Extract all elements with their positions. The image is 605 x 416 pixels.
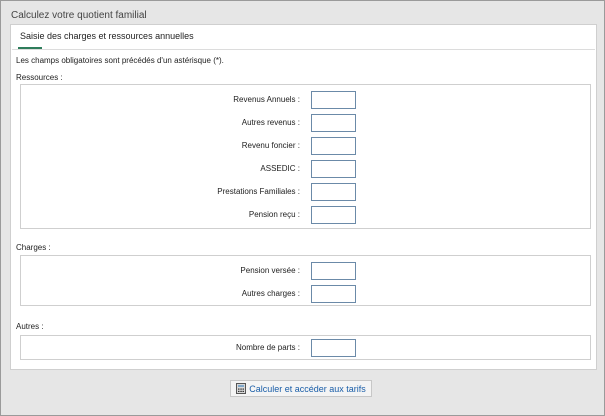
window-title: Calculez votre quotient familial (11, 10, 147, 21)
form-row-nombre-parts: Nombre de parts : (21, 339, 590, 357)
tab-divider (12, 49, 595, 50)
form-row-autres-revenus: Autres revenus : (21, 114, 590, 132)
form-row-revenus-annuels: Revenus Annuels : (21, 91, 590, 109)
prestations-familiales-input[interactable] (311, 183, 356, 201)
form-row-autres-charges: Autres charges : (21, 285, 590, 303)
section-label-ressources: Ressources : (16, 73, 63, 82)
autres-revenus-input[interactable] (311, 114, 356, 132)
nombre-parts-input[interactable] (311, 339, 356, 357)
form-row-prestations-familiales: Prestations Familiales : (21, 183, 590, 201)
revenu-foncier-input[interactable] (311, 137, 356, 155)
field-label: Pension versée : (240, 266, 300, 275)
pension-versee-input[interactable] (311, 262, 356, 280)
field-label: ASSEDIC : (260, 164, 300, 173)
fieldset-ressources: Revenus Annuels : Autres revenus : Reven… (20, 84, 591, 229)
form-row-assedic: ASSEDIC : (21, 160, 590, 178)
field-label: Nombre de parts : (235, 343, 300, 352)
field-label: Prestations Familiales : (217, 187, 300, 196)
field-label: Autres charges : (241, 289, 300, 298)
fieldset-charges: Pension versée : Autres charges : (20, 255, 591, 306)
revenus-annuels-input[interactable] (311, 91, 356, 109)
window-frame: Calculez votre quotient familial Saisie … (0, 0, 605, 416)
pension-recu-input[interactable] (311, 206, 356, 224)
form-row-pension-versee: Pension versée : (21, 262, 590, 280)
field-label: Revenus Annuels : (233, 95, 300, 104)
autres-charges-input[interactable] (311, 285, 356, 303)
required-fields-notice: Les champs obligatoires sont précédés d'… (16, 56, 224, 65)
calculate-button[interactable]: Calculer et accéder aux tarifs (230, 380, 372, 397)
field-label: Revenu foncier : (241, 141, 300, 150)
calculate-button-label: Calculer et accéder aux tarifs (249, 383, 366, 394)
field-label: Autres revenus : (241, 118, 300, 127)
form-row-revenu-foncier: Revenu foncier : (21, 137, 590, 155)
calculator-icon (236, 383, 247, 394)
form-row-pension-recu: Pension reçu : (21, 206, 590, 224)
tab-charges-ressources[interactable]: Saisie des charges et ressources annuell… (20, 31, 194, 41)
assedic-input[interactable] (311, 160, 356, 178)
section-label-autres: Autres : (16, 322, 44, 331)
fieldset-autres: Nombre de parts : (20, 335, 591, 360)
field-label: Pension reçu : (248, 210, 300, 219)
section-label-charges: Charges : (16, 243, 51, 252)
form-panel: Saisie des charges et ressources annuell… (10, 24, 597, 370)
